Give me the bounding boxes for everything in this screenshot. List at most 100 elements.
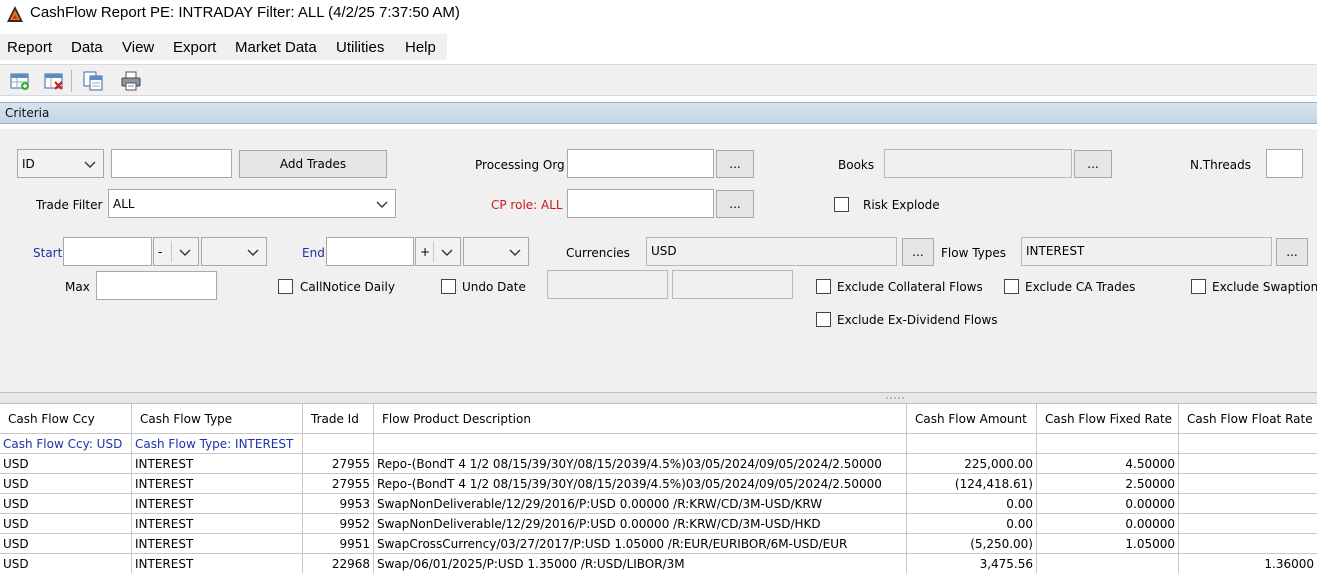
table-row[interactable]: USD INTEREST 22968 Swap/06/01/2025/P:USD… xyxy=(0,554,1317,573)
column-header-trade-id[interactable]: Trade Id xyxy=(303,404,374,434)
menu-help[interactable]: Help xyxy=(405,39,436,56)
trade-id-cell: 9953 xyxy=(303,494,374,514)
type-cell: INTEREST xyxy=(132,494,303,514)
app-logo-icon xyxy=(7,6,23,22)
table-row[interactable]: USD INTEREST 27955 Repo-(BondT 4 1/2 08/… xyxy=(0,474,1317,494)
delete-report-icon[interactable] xyxy=(43,70,65,92)
chevron-down-icon xyxy=(247,249,259,256)
exclude-collateral-flows-checkbox[interactable] xyxy=(816,279,831,294)
type-cell: INTEREST xyxy=(132,534,303,554)
group-row[interactable]: Cash Flow Ccy: USD Cash Flow Type: INTER… xyxy=(0,434,1317,454)
load-report-icon[interactable] xyxy=(9,70,31,92)
trade-id-cell: 27955 xyxy=(303,454,374,474)
column-header-flow-product-description[interactable]: Flow Product Description xyxy=(374,404,907,434)
end-unit-select[interactable] xyxy=(463,237,529,266)
undo-date-input-2[interactable] xyxy=(672,270,793,299)
ccy-cell: USD xyxy=(0,554,132,573)
trade-filter-select[interactable]: ALL xyxy=(108,189,396,218)
end-label[interactable]: End xyxy=(302,246,325,260)
column-header-cash-flow-fixed-rate[interactable]: Cash Flow Fixed Rate xyxy=(1037,404,1179,434)
max-input[interactable] xyxy=(96,271,217,300)
ccy-cell: USD xyxy=(0,514,132,534)
flow-types-label: Flow Types xyxy=(941,246,1007,260)
empty-cell xyxy=(303,434,374,454)
chevron-down-icon xyxy=(179,249,191,256)
group-type-cell: Cash Flow Type: INTEREST xyxy=(132,434,303,454)
description-cell: SwapCrossCurrency/03/27/2017/P:USD 1.050… xyxy=(374,534,907,554)
fixed-rate-cell: 0.00000 xyxy=(1037,514,1179,534)
table-row[interactable]: USD INTEREST 27955 Repo-(BondT 4 1/2 08/… xyxy=(0,454,1317,474)
menu-view[interactable]: View xyxy=(122,39,154,56)
callnotice-daily-checkbox[interactable] xyxy=(278,279,293,294)
toolbar xyxy=(0,64,1317,96)
start-date-input[interactable] xyxy=(63,237,152,266)
table-row[interactable]: USD INTEREST 9951 SwapCrossCurrency/03/2… xyxy=(0,534,1317,554)
table-row[interactable]: USD INTEREST 9952 SwapNonDeliverable/12/… xyxy=(0,514,1317,534)
copy-report-icon[interactable] xyxy=(82,70,104,92)
processing-org-label: Processing Org xyxy=(475,158,565,172)
id-type-select[interactable]: ID xyxy=(17,149,104,178)
panel-splitter[interactable] xyxy=(0,392,1317,404)
column-header-cash-flow-float-rate[interactable]: Cash Flow Float Rate xyxy=(1179,404,1317,434)
column-header-cash-flow-amount[interactable]: Cash Flow Amount xyxy=(907,404,1037,434)
id-type-value: ID xyxy=(22,157,35,171)
combo-divider xyxy=(433,241,434,262)
ccy-cell: USD xyxy=(0,494,132,514)
type-cell: INTEREST xyxy=(132,474,303,494)
end-sign-select[interactable]: + xyxy=(415,237,461,266)
exclude-ca-trades-label: Exclude CA Trades xyxy=(1025,280,1136,294)
column-header-cash-flow-type[interactable]: Cash Flow Type xyxy=(132,404,303,434)
flow-types-input[interactable]: INTEREST xyxy=(1021,237,1272,266)
table-row[interactable]: USD INTEREST 9953 SwapNonDeliverable/12/… xyxy=(0,494,1317,514)
cashflow-results-table: Cash Flow Ccy Cash Flow Type Trade Id Fl… xyxy=(0,404,1317,573)
start-sign-select[interactable]: - xyxy=(153,237,199,266)
menu-report[interactable]: Report xyxy=(7,39,52,56)
float-rate-cell xyxy=(1179,534,1317,554)
currencies-browse-button[interactable]: ... xyxy=(902,238,934,266)
currencies-label: Currencies xyxy=(566,246,630,260)
toolbar-separator xyxy=(71,70,72,92)
menu-data[interactable]: Data xyxy=(71,39,103,56)
trade-id-cell: 9952 xyxy=(303,514,374,534)
menu-market-data[interactable]: Market Data xyxy=(235,39,317,56)
callnotice-daily-label: CallNotice Daily xyxy=(300,280,395,294)
cp-role-label[interactable]: CP role: ALL xyxy=(491,198,563,212)
ccy-cell: USD xyxy=(0,474,132,494)
exclude-collateral-flows-label: Exclude Collateral Flows xyxy=(837,280,983,294)
trade-id-cell: 9951 xyxy=(303,534,374,554)
books-input[interactable] xyxy=(884,149,1072,178)
menu-utilities[interactable]: Utilities xyxy=(336,39,384,56)
float-rate-cell xyxy=(1179,514,1317,534)
print-icon[interactable] xyxy=(120,70,142,92)
criteria-section-header[interactable]: Criteria xyxy=(0,102,1317,124)
amount-cell: 225,000.00 xyxy=(907,454,1037,474)
exclude-ca-trades-checkbox[interactable] xyxy=(1004,279,1019,294)
processing-org-browse-button[interactable]: ... xyxy=(716,150,754,178)
description-cell: SwapNonDeliverable/12/29/2016/P:USD 0.00… xyxy=(374,514,907,534)
end-date-input[interactable] xyxy=(326,237,414,266)
start-label[interactable]: Start xyxy=(33,246,62,260)
flow-types-browse-button[interactable]: ... xyxy=(1276,238,1308,266)
exclude-swaption-checkbox[interactable] xyxy=(1191,279,1206,294)
amount-cell: (5,250.00) xyxy=(907,534,1037,554)
undo-date-checkbox[interactable] xyxy=(441,279,456,294)
criteria-title: Criteria xyxy=(5,106,50,120)
exclude-ex-dividend-flows-checkbox[interactable] xyxy=(816,312,831,327)
add-trades-button[interactable]: Add Trades xyxy=(239,150,387,178)
group-ccy-cell: Cash Flow Ccy: USD xyxy=(0,434,132,454)
cp-role-browse-button[interactable]: ... xyxy=(716,190,754,218)
fixed-rate-cell xyxy=(1037,554,1179,573)
start-unit-select[interactable] xyxy=(201,237,267,266)
type-cell: INTEREST xyxy=(132,514,303,534)
nthreads-input[interactable] xyxy=(1266,149,1303,178)
cp-role-input[interactable] xyxy=(567,189,714,218)
chevron-down-icon xyxy=(509,249,521,256)
undo-date-input-1[interactable] xyxy=(547,270,668,299)
column-header-cash-flow-ccy[interactable]: Cash Flow Ccy xyxy=(0,404,132,434)
risk-explode-checkbox[interactable] xyxy=(834,197,849,212)
processing-org-input[interactable] xyxy=(567,149,714,178)
currencies-input[interactable]: USD xyxy=(646,237,897,266)
id-input[interactable] xyxy=(111,149,232,178)
books-browse-button[interactable]: ... xyxy=(1074,150,1112,178)
menu-export[interactable]: Export xyxy=(173,39,216,56)
